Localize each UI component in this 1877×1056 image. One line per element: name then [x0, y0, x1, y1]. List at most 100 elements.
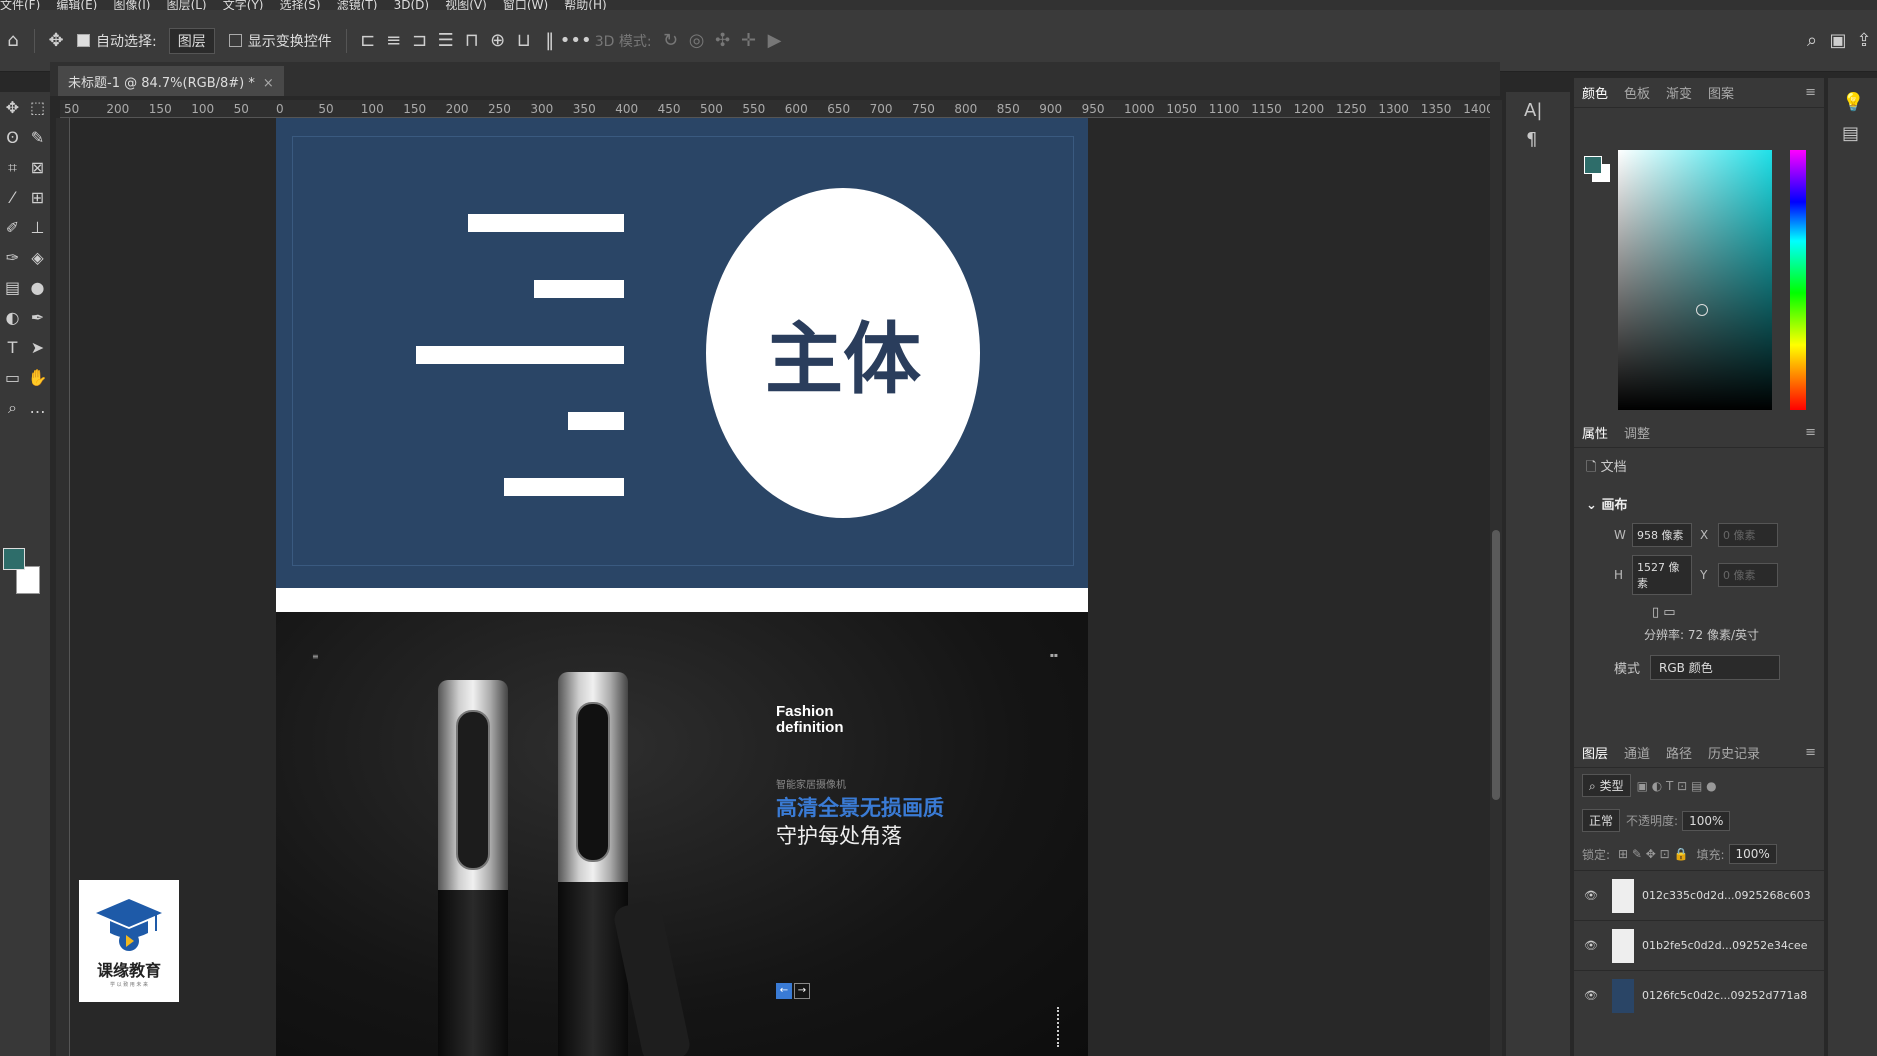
layer-row[interactable]: 👁 01b2fe5c0d2d...09252e34cee — [1574, 920, 1824, 970]
libraries-icon[interactable]: ▤ — [1842, 123, 1877, 144]
share-icon[interactable]: ⇪ — [1851, 28, 1877, 54]
gradient-tool-icon[interactable]: ▤ — [0, 273, 25, 303]
paragraph-panel-icon[interactable]: ¶ — [1526, 129, 1570, 150]
learn-icon[interactable]: 💡 — [1842, 92, 1877, 113]
lasso-tool-icon[interactable]: ʘ — [0, 122, 25, 152]
filter-icons[interactable]: ▣ ◐ T ⊡ ▤ ● — [1637, 779, 1717, 793]
menu-select[interactable]: 选择(S) — [280, 0, 321, 10]
move-tool-icon[interactable]: ✥ — [43, 28, 69, 54]
document-tab[interactable]: 未标题-1 @ 84.7%(RGB/8#) * × — [58, 66, 284, 96]
tab-color[interactable]: 颜色 — [1582, 83, 1608, 102]
height-field[interactable]: 1527 像素 — [1632, 555, 1692, 595]
tab-properties[interactable]: 属性 — [1582, 423, 1608, 442]
artboard-top-design[interactable]: 主体 — [276, 118, 1088, 588]
tab-adjustments[interactable]: 调整 — [1624, 423, 1650, 442]
tab-channels[interactable]: 通道 — [1624, 743, 1650, 762]
move-tool-icon[interactable]: ✥ — [0, 92, 25, 122]
pen-tool-icon[interactable]: ✒ — [25, 303, 50, 333]
distribute-icon[interactable]: ☰ — [433, 28, 459, 54]
home-icon[interactable]: ⌂ — [0, 28, 26, 54]
menu-3d[interactable]: 3D(D) — [394, 0, 429, 10]
eraser-tool-icon[interactable]: ◈ — [25, 243, 50, 273]
layer-row[interactable]: 👁 012c335c0d2d...0925268c603 — [1574, 870, 1824, 920]
menu-type[interactable]: 文字(Y) — [223, 0, 264, 10]
align-top-icon[interactable]: ⊓ — [459, 28, 485, 54]
menu-view[interactable]: 视图(V) — [445, 0, 487, 10]
auto-select-checkbox[interactable] — [77, 34, 90, 47]
align-right-icon[interactable]: ⊐ — [407, 28, 433, 54]
portrait-icon[interactable]: ▯ — [1652, 605, 1659, 620]
landscape-icon[interactable]: ▭ — [1663, 605, 1675, 620]
zoom-tool-icon[interactable]: ⌕ — [0, 393, 25, 423]
character-panel-icon[interactable]: A| — [1524, 100, 1570, 121]
eyedropper-icon[interactable]: ⁄ — [0, 183, 25, 213]
width-field[interactable]: 958 像素 — [1632, 523, 1692, 547]
more-tools-icon[interactable]: … — [25, 393, 50, 423]
fill-field[interactable]: 100% — [1728, 844, 1777, 864]
y-field[interactable]: 0 像素 — [1718, 563, 1778, 587]
canvas-vertical-scrollbar[interactable] — [1490, 100, 1502, 1056]
panel-menu-icon[interactable]: ≡ — [1805, 425, 1816, 440]
path-select-icon[interactable]: ➤ — [25, 333, 50, 363]
history-brush-icon[interactable]: ✑ — [0, 243, 25, 273]
brush-tool-icon[interactable]: ✐ — [0, 213, 25, 243]
saturation-value-field[interactable] — [1618, 150, 1772, 410]
3d-camera-icon[interactable]: ▶ — [762, 28, 788, 54]
mini-foreground-swatch[interactable] — [1584, 156, 1602, 174]
stamp-tool-icon[interactable]: ⊥ — [25, 213, 50, 243]
layer-row[interactable]: 👁 0126fc5c0d2c...09252d771a8 — [1574, 970, 1824, 1020]
menu-edit[interactable]: 编辑(E) — [56, 0, 97, 10]
workspace-icon[interactable]: ▣ — [1825, 28, 1851, 54]
color-picker-handle[interactable] — [1696, 304, 1708, 316]
canvas-area[interactable]: 主体 ≡ ▪▪ Fashion definition 智能家居摄像机 高清全景无… — [70, 118, 1490, 1056]
foreground-color-swatch[interactable] — [3, 548, 25, 570]
product-image[interactable]: ≡ ▪▪ Fashion definition 智能家居摄像机 高清全景无损画质… — [276, 612, 1088, 1056]
eye-icon[interactable]: 👁 — [1584, 889, 1604, 902]
tab-paths[interactable]: 路径 — [1666, 743, 1692, 762]
background-color-swatch[interactable] — [16, 566, 40, 594]
dodge-tool-icon[interactable]: ◐ — [0, 303, 25, 333]
align-center-icon[interactable]: ≡ — [381, 28, 407, 54]
layer-filter-select[interactable]: ⌕ 类型 — [1582, 774, 1631, 797]
eye-icon[interactable]: 👁 — [1584, 939, 1604, 952]
menu-file[interactable]: 文件(F) — [0, 0, 40, 10]
mode-select[interactable]: RGB 颜色 — [1650, 655, 1781, 680]
tab-history[interactable]: 历史记录 — [1708, 743, 1760, 762]
tab-swatches[interactable]: 色板 — [1624, 83, 1650, 102]
align-left-icon[interactable]: ⊏ — [355, 28, 381, 54]
x-field[interactable]: 0 像素 — [1718, 523, 1778, 547]
menu-window[interactable]: 窗口(W) — [503, 0, 548, 10]
menu-filter[interactable]: 滤镜(T) — [337, 0, 378, 10]
marquee-tool-icon[interactable]: ⬚ — [25, 92, 50, 122]
panel-menu-icon[interactable]: ≡ — [1805, 85, 1816, 100]
3d-roll-icon[interactable]: ◎ — [684, 28, 710, 54]
lock-icons[interactable]: ⊞ ✎ ✥ ⊡ 🔒 — [1618, 847, 1688, 861]
hand-tool-icon[interactable]: ✋ — [25, 363, 50, 393]
type-tool-icon[interactable]: T — [0, 333, 25, 363]
menu-help[interactable]: 帮助(H) — [564, 0, 606, 10]
search-icon[interactable]: ⌕ — [1799, 28, 1825, 54]
heal-tool-icon[interactable]: ⊞ — [25, 183, 50, 213]
canvas-section[interactable]: ⌄ 画布 — [1574, 488, 1824, 519]
3d-orbit-icon[interactable]: ↻ — [658, 28, 684, 54]
blur-tool-icon[interactable]: ● — [25, 273, 50, 303]
3d-slide-icon[interactable]: ✛ — [736, 28, 762, 54]
tab-gradients[interactable]: 渐变 — [1666, 83, 1692, 102]
crop-tool-icon[interactable]: ⌗ — [0, 153, 25, 183]
menu-image[interactable]: 图像(I) — [114, 0, 151, 10]
3d-pan-icon[interactable]: ✣ — [710, 28, 736, 54]
shape-tool-icon[interactable]: ▭ — [0, 363, 25, 393]
quick-select-icon[interactable]: ✎ — [25, 122, 50, 152]
align-bottom-icon[interactable]: ⊔ — [511, 28, 537, 54]
close-icon[interactable]: × — [263, 76, 274, 91]
show-transform-checkbox[interactable] — [228, 34, 242, 47]
tab-patterns[interactable]: 图案 — [1708, 83, 1734, 102]
eye-icon[interactable]: 👁 — [1584, 989, 1604, 1002]
tab-layers[interactable]: 图层 — [1582, 743, 1608, 762]
blend-mode-select[interactable]: 正常 — [1582, 809, 1621, 832]
menu-layer[interactable]: 图层(L) — [167, 0, 207, 10]
frame-tool-icon[interactable]: ⊠ — [25, 152, 50, 182]
opacity-field[interactable]: 100% — [1682, 810, 1731, 831]
panel-menu-icon[interactable]: ≡ — [1805, 745, 1816, 760]
layer-select-dropdown[interactable]: 图层 — [168, 27, 215, 54]
